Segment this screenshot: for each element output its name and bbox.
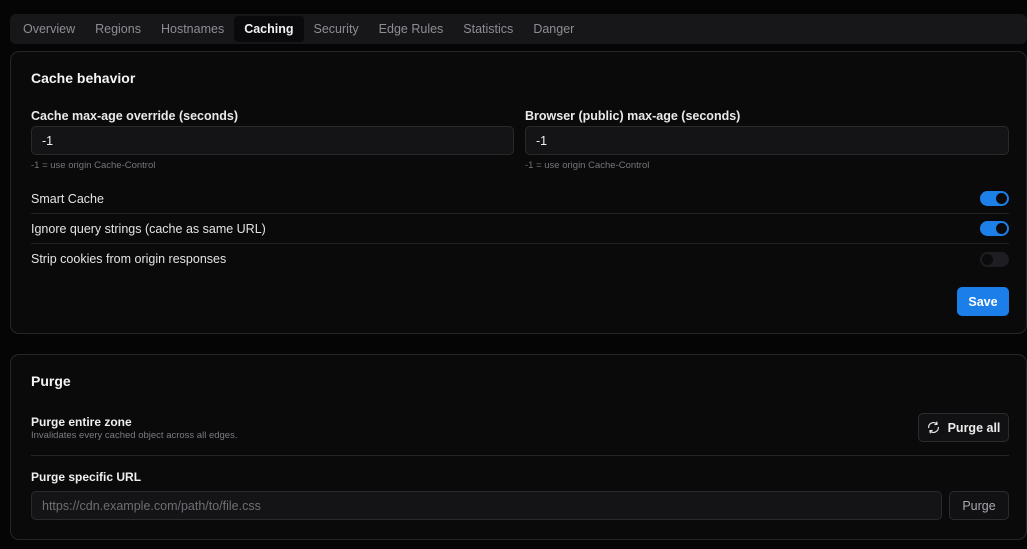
toggle-knob [996,193,1007,204]
strip-cookies-label: Strip cookies from origin responses [31,252,227,266]
smart-cache-toggle[interactable] [980,191,1009,206]
ignore-query-strings-row: Ignore query strings (cache as same URL) [31,214,1009,244]
max-age-input[interactable] [31,126,514,155]
purge-title: Purge [31,373,71,389]
tab-bar: Overview Regions Hostnames Caching Secur… [10,14,1027,44]
smart-cache-row: Smart Cache [31,184,1009,214]
purge-url-button[interactable]: Purge [949,491,1009,520]
save-button[interactable]: Save [957,287,1009,316]
tab-caching[interactable]: Caching [234,16,304,42]
browser-max-age-hint: -1 = use origin Cache-Control [525,160,650,171]
cache-behavior-title: Cache behavior [31,70,136,86]
ignore-query-strings-toggle[interactable] [980,221,1009,236]
tab-danger[interactable]: Danger [523,16,584,42]
refresh-icon [927,421,939,434]
cache-behavior-card: Cache behavior Cache max-age override (s… [10,51,1027,334]
tab-overview[interactable]: Overview [13,16,85,42]
browser-max-age-label: Browser (public) max-age (seconds) [525,109,741,123]
max-age-label: Cache max-age override (seconds) [31,109,239,123]
max-age-hint: -1 = use origin Cache-Control [31,160,156,171]
ignore-query-strings-label: Ignore query strings (cache as same URL) [31,221,266,236]
browser-max-age-input[interactable] [525,126,1009,155]
smart-cache-label: Smart Cache [31,191,104,206]
purge-divider [31,455,1009,456]
purge-entire-zone-title: Purge entire zone [31,415,132,429]
strip-cookies-row: Strip cookies from origin responses [31,244,1009,274]
tab-hostnames[interactable]: Hostnames [151,16,234,42]
strip-cookies-toggle[interactable] [980,251,1009,267]
purge-all-label: Purge all [947,420,1001,435]
toggle-knob [996,223,1007,234]
toggle-knob [982,253,993,265]
tab-edge-rules[interactable]: Edge Rules [369,16,454,42]
tab-statistics[interactable]: Statistics [453,16,523,42]
purge-all-button[interactable]: Purge all [918,413,1009,442]
purge-url-input[interactable] [31,491,942,520]
purge-entire-zone-description: Invalidates every cached object across a… [31,430,238,441]
tab-security[interactable]: Security [304,16,369,42]
purge-specific-url-title: Purge specific URL [31,470,142,484]
purge-card: Purge Purge entire zone Invalidates ever… [10,354,1027,540]
tab-regions[interactable]: Regions [85,16,151,42]
